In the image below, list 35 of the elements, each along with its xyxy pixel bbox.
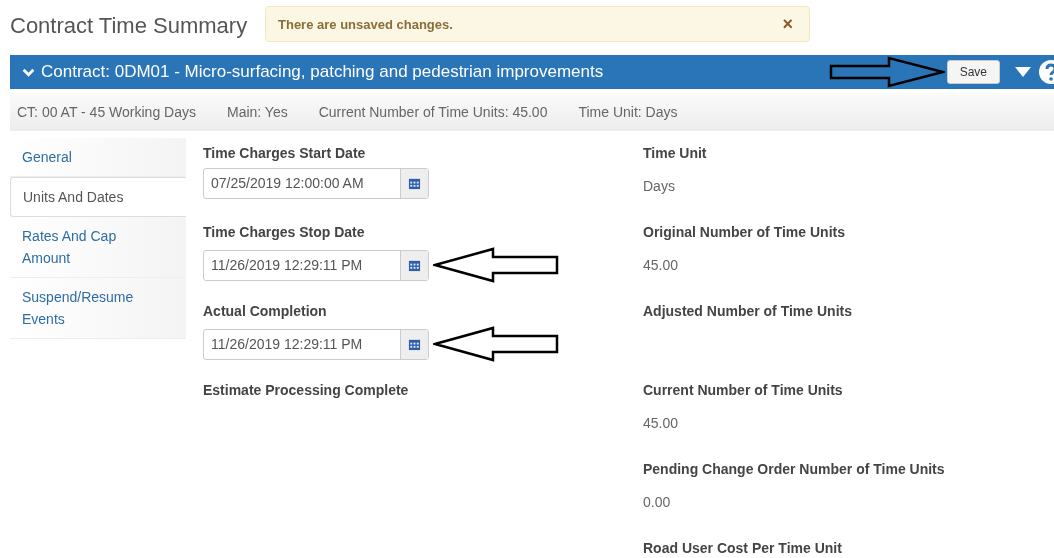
page-title: Contract Time Summary [10,13,248,39]
field-value: 0.00 [643,494,672,510]
info-text: Main: Yes [226,104,288,120]
field-value: Days [643,178,676,194]
field-label: Time Unit [643,145,708,161]
arrow-icon [828,56,945,88]
caret-icon[interactable] [1014,66,1032,78]
close-button[interactable]: × [778,13,797,35]
field-value: 45.00 [643,415,680,431]
calendar-icon[interactable] [408,258,421,272]
field-label: Original Number of Time Units [643,224,846,240]
info-text: CT: 00 AT - 45 Working Days [17,104,196,120]
date-field[interactable]: 11/26/2019 12:29:11 PM [203,249,429,281]
sidebar-item[interactable]: Suspend/Resume Events [10,278,186,339]
field-value: 45.00 [643,257,680,273]
calendar-icon[interactable] [408,337,421,351]
field-label: Pending Change Order Number of Time Units [643,461,946,477]
sidebar-item[interactable]: Rates And Cap Amount [10,217,186,278]
field-label: Actual Completion [203,303,328,319]
sidebar-item[interactable]: General [10,138,186,177]
save-button[interactable]: Save [946,60,1000,84]
contract-title: Contract: 0DM01 - Micro-surfacing, patching and pedestrian improvements [41,62,604,82]
date-field[interactable]: 07/25/2019 12:00:00 AM [203,168,429,199]
calendar-icon[interactable] [408,177,421,190]
field-label: Time Charges Stop Date [203,224,366,240]
field-label: Current Number of Time Units [643,382,844,398]
info-text: Time Unit: Days [578,104,678,120]
sidebar-item[interactable]: Units And Dates [10,177,186,217]
field-label: Time Charges Start Date [203,145,367,161]
field-label: Road User Cost Per Time Unit [643,540,843,556]
info-text: Current Number of Time Units: 45.00 [318,104,548,120]
alert-message: There are unsaved changes. [278,16,453,32]
field-label: Estimate Processing Complete [203,382,410,398]
field-label: Adjusted Number of Time Units [643,303,853,319]
date-field[interactable]: 11/26/2019 12:29:11 PM [203,328,429,360]
